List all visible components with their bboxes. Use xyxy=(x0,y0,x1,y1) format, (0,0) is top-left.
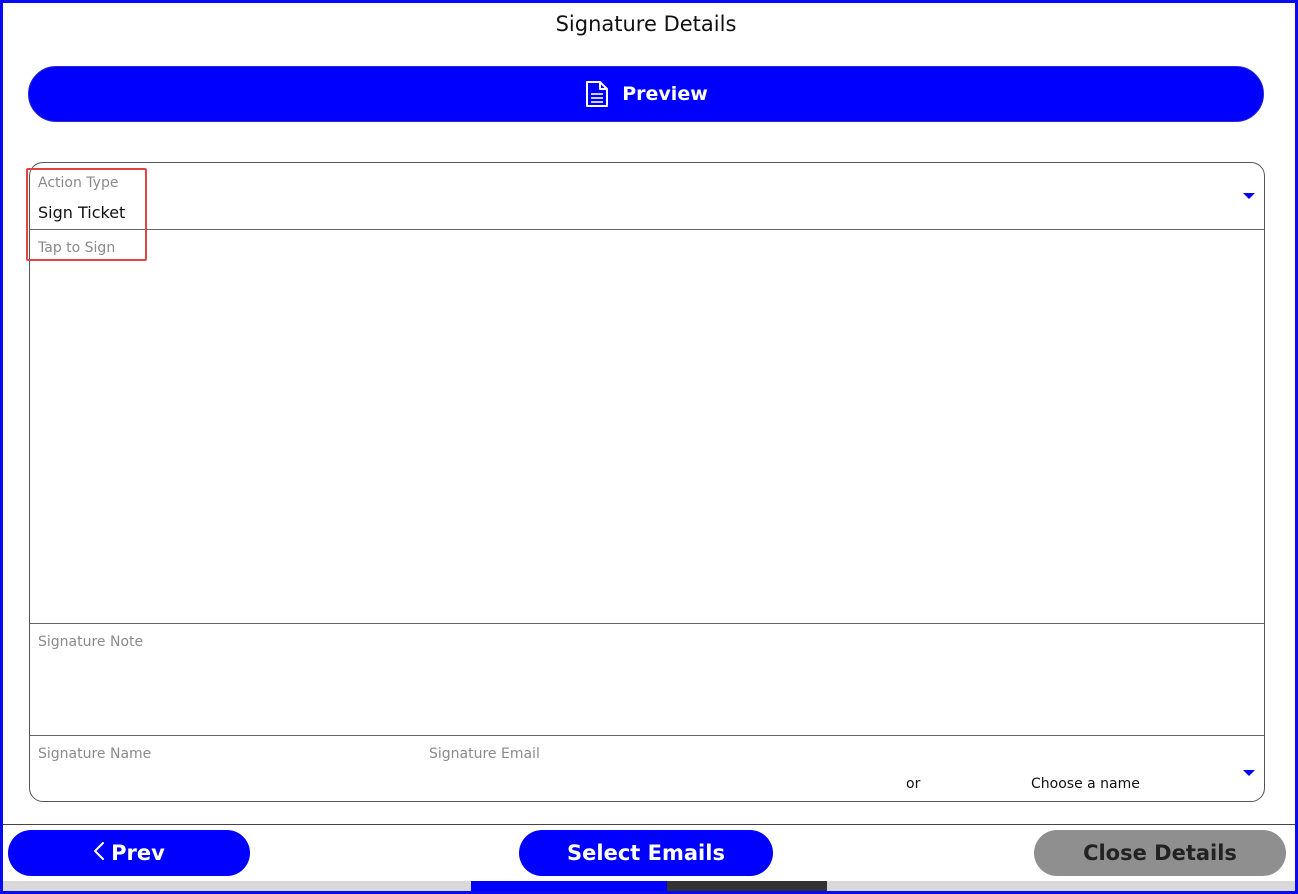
or-text: or xyxy=(906,776,921,792)
prev-button[interactable]: Prev xyxy=(8,830,250,876)
action-type-label: Action Type xyxy=(38,175,119,191)
signature-note-label: Signature Note xyxy=(38,634,144,650)
close-details-label: Close Details xyxy=(1083,841,1237,865)
prev-label: Prev xyxy=(111,841,165,865)
signature-note-field[interactable]: Signature Note xyxy=(30,624,1264,736)
page-title: Signature Details xyxy=(555,12,737,36)
signature-email-label[interactable]: Signature Email xyxy=(429,746,540,762)
chevron-down-icon[interactable] xyxy=(1243,193,1255,199)
signature-form: Action Type Sign Ticket Tap to Sign Sign… xyxy=(29,162,1265,802)
tap-to-sign-label: Tap to Sign xyxy=(38,240,116,256)
select-emails-button[interactable]: Select Emails xyxy=(519,830,773,876)
close-details-button[interactable]: Close Details xyxy=(1034,830,1286,876)
chevron-left-icon xyxy=(93,841,105,866)
preview-label: Preview xyxy=(622,83,708,105)
action-type-select[interactable]: Action Type Sign Ticket xyxy=(30,163,1264,230)
action-type-value: Sign Ticket xyxy=(38,203,126,222)
signature-name-label[interactable]: Signature Name xyxy=(38,746,151,762)
signature-name-row: Signature Name Signature Email or Choose… xyxy=(30,736,1264,801)
footer-divider xyxy=(3,824,1295,825)
scrollbar-thumb[interactable] xyxy=(471,881,667,891)
select-emails-label: Select Emails xyxy=(567,841,725,865)
document-icon xyxy=(584,80,610,108)
chevron-down-icon[interactable] xyxy=(1243,770,1255,776)
preview-button[interactable]: Preview xyxy=(28,66,1264,122)
horizontal-scrollbar[interactable] xyxy=(3,881,1295,891)
choose-name-select[interactable]: Choose a name xyxy=(1031,776,1140,792)
signature-pad[interactable]: Tap to Sign xyxy=(30,230,1264,624)
scrollbar-track-segment xyxy=(667,881,827,891)
